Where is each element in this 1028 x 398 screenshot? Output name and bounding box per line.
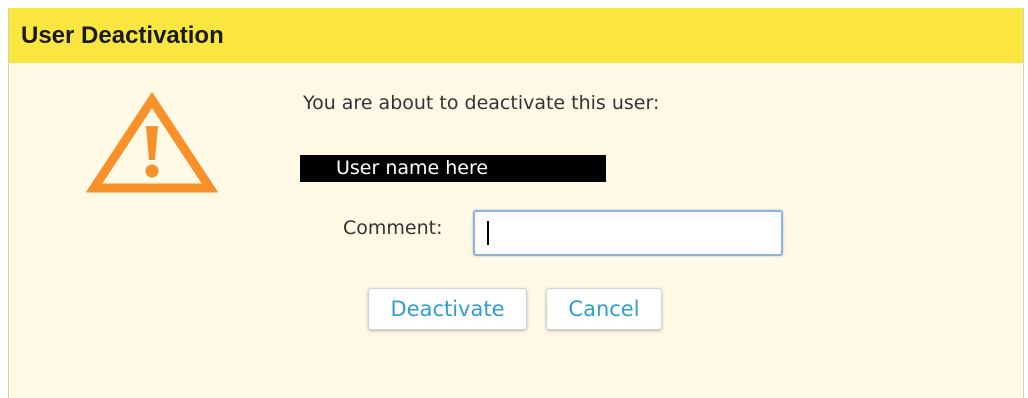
user-deactivation-dialog: User Deactivation — [8, 8, 1024, 398]
deactivation-message: You are about to deactivate this user: — [303, 92, 660, 114]
cancel-button[interactable]: Cancel — [546, 288, 662, 330]
comment-input[interactable] — [473, 210, 783, 256]
dialog-title-bar: User Deactivation — [9, 8, 1023, 63]
username-display: User name here — [300, 155, 606, 182]
deactivate-button[interactable]: Deactivate — [368, 288, 527, 330]
comment-label: Comment: — [343, 217, 443, 239]
text-caret — [487, 221, 489, 245]
warning-triangle-icon — [86, 92, 218, 193]
dialog-title: User Deactivation — [21, 21, 224, 49]
